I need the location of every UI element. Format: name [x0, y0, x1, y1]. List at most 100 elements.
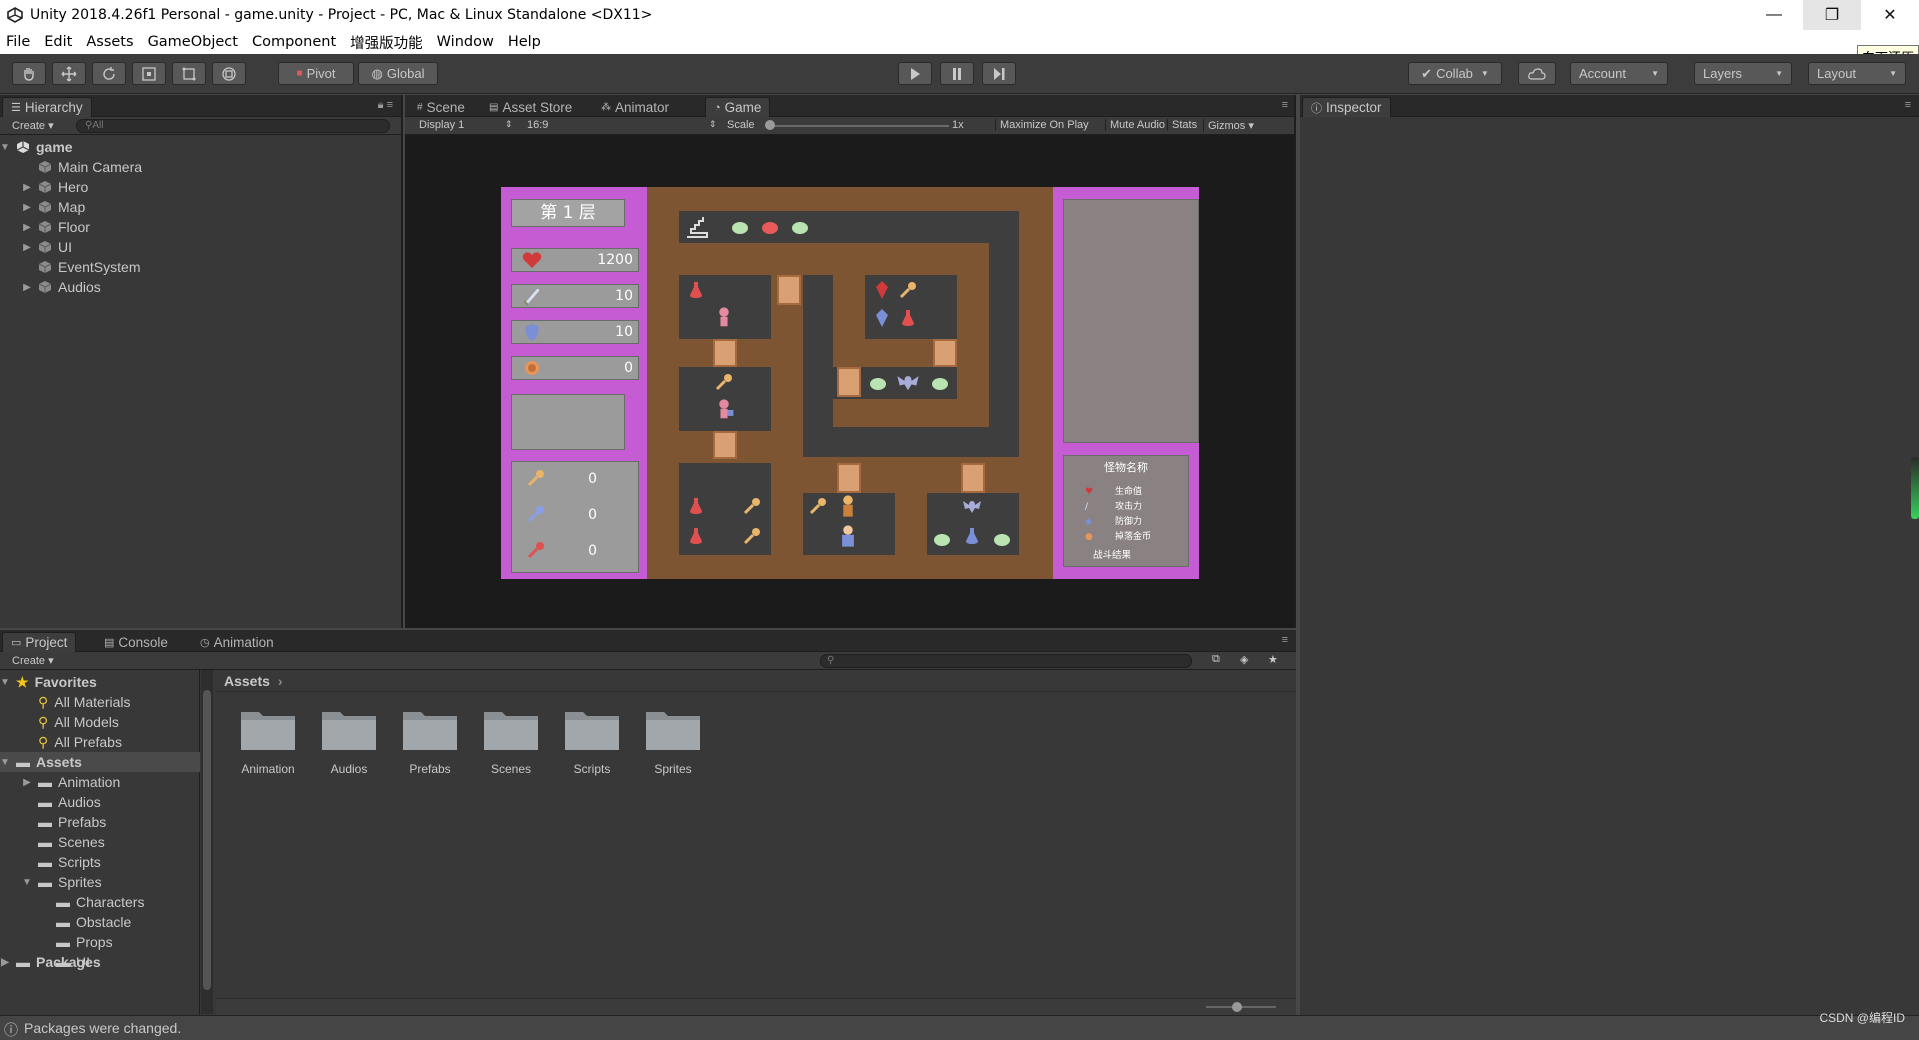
restore-button[interactable]: ❐ — [1803, 0, 1861, 30]
hierarchy-create-dropdown[interactable]: Create ▾ — [12, 119, 54, 132]
favorite-item[interactable]: ⚲ All Prefabs — [0, 732, 200, 752]
filter-type-icon[interactable]: ⧉ — [1212, 653, 1220, 666]
folder-grid-item[interactable]: Scripts — [552, 706, 632, 776]
rect-tool-button[interactable] — [172, 62, 206, 85]
menu-edit[interactable]: Edit — [44, 34, 72, 50]
scene-row[interactable]: ▼ game — [0, 137, 401, 157]
hierarchy-item[interactable]: ▶ Floor — [0, 217, 401, 237]
tree-scrollbar[interactable] — [201, 670, 213, 1014]
panel-menu-icon[interactable]: 🔒︎ ≡ — [378, 99, 393, 112]
tab-console[interactable]: ▤ Console — [96, 632, 176, 652]
scale-slider[interactable] — [769, 125, 949, 127]
folder-grid-item[interactable]: Animation — [228, 706, 308, 776]
tree-scrollbar-thumb[interactable] — [203, 690, 211, 990]
expand-down-icon[interactable]: ▼ — [22, 877, 32, 888]
folder-grid-label: Sprites — [654, 762, 692, 776]
layout-dropdown[interactable]: Layout ▼ — [1808, 62, 1906, 85]
asset-folder-item[interactable]: ▬ Scripts — [0, 852, 200, 872]
favorites-row[interactable]: ▼ ★ Favorites — [0, 672, 200, 692]
maximize-on-play-toggle[interactable]: Maximize On Play — [995, 119, 1093, 131]
icon-size-slider-thumb[interactable] — [1232, 1002, 1242, 1012]
expand-right-icon[interactable]: ▶ — [22, 282, 32, 293]
project-create-dropdown[interactable]: Create ▾ — [12, 654, 54, 667]
menu-window[interactable]: Window — [437, 34, 494, 50]
menu-gameobject[interactable]: GameObject — [148, 34, 238, 50]
star-icon[interactable]: ★ — [1268, 653, 1278, 666]
scale-tool-button[interactable] — [132, 62, 166, 85]
layers-dropdown[interactable]: Layers ▼ — [1694, 62, 1792, 85]
expand-right-icon[interactable]: ▶ — [22, 222, 32, 233]
menu-file[interactable]: File — [6, 34, 30, 50]
asset-folder-item[interactable]: ▬ Obstacle — [0, 912, 200, 932]
breadcrumb-assets[interactable]: Assets — [224, 673, 270, 689]
favorite-item[interactable]: ⚲ All Models — [0, 712, 200, 732]
tab-game[interactable]: ◔ Game — [705, 97, 771, 117]
tab-inspector[interactable]: ⓘ Inspector — [1302, 97, 1391, 117]
menu-enhanced[interactable]: 增强版功能 — [350, 32, 423, 53]
stats-toggle[interactable]: Stats — [1167, 119, 1201, 131]
hierarchy-item[interactable]: Main Camera — [0, 157, 401, 177]
expand-right-icon[interactable]: ▶ — [22, 777, 32, 788]
cloud-button[interactable] — [1518, 62, 1556, 85]
project-search-input[interactable]: ⚲ — [820, 654, 1192, 668]
assets-row[interactable]: ▼ ▬ Assets — [0, 752, 200, 772]
asset-folder-item[interactable]: ▬ Scenes — [0, 832, 200, 852]
hierarchy-item[interactable]: ▶ Hero — [0, 177, 401, 197]
tab-animator[interactable]: ⁂ Animator — [593, 97, 677, 117]
step-button[interactable] — [982, 62, 1016, 85]
collab-dropdown[interactable]: ✔ Collab ▼ — [1408, 62, 1502, 85]
asset-folder-item[interactable]: ▼ ▬ Sprites — [0, 872, 200, 892]
global-toggle[interactable]: ◍ Global — [358, 62, 438, 85]
folder-icon: ▬ — [56, 914, 70, 930]
pivot-toggle[interactable]: ■ Pivot — [278, 62, 354, 85]
tab-animation[interactable]: ◷ Animation — [192, 632, 282, 652]
red-potion-icon — [902, 310, 914, 326]
close-button[interactable]: ✕ — [1861, 0, 1919, 30]
panel-menu-icon[interactable]: ≡ — [1905, 99, 1911, 111]
asset-folder-item[interactable]: ▬ Props — [0, 932, 200, 952]
move-tool-button[interactable] — [52, 62, 86, 85]
display-dropdown[interactable]: Display 1 — [419, 119, 464, 131]
aspect-dropdown[interactable]: 16:9 — [527, 119, 548, 131]
play-button[interactable] — [898, 62, 932, 85]
tab-scene[interactable]: # Scene — [409, 97, 473, 117]
tab-asset-store[interactable]: ▤ Asset Store — [481, 97, 580, 117]
asset-folder-item[interactable]: ▬ Audios — [0, 792, 200, 812]
panel-menu-icon[interactable]: ≡ — [1282, 634, 1288, 646]
tag-icon[interactable]: ◈ — [1240, 653, 1248, 666]
folder-grid-item[interactable]: Sprites — [633, 706, 713, 776]
menu-help[interactable]: Help — [508, 34, 541, 50]
tab-hierarchy[interactable]: ☰ Hierarchy — [2, 97, 92, 117]
pause-button[interactable] — [940, 62, 974, 85]
folder-grid-item[interactable]: Audios — [309, 706, 389, 776]
scale-slider-thumb[interactable] — [765, 120, 775, 130]
transform-tool-button[interactable] — [212, 62, 246, 85]
menu-component[interactable]: Component — [252, 34, 336, 50]
asset-folder-item[interactable]: ▶ ▬ Animation — [0, 772, 200, 792]
hierarchy-item[interactable]: EventSystem — [0, 257, 401, 277]
hierarchy-item[interactable]: ▶ Audios — [0, 277, 401, 297]
hierarchy-item[interactable]: ▶ Map — [0, 197, 401, 217]
hierarchy-search-input[interactable]: ⚲All — [76, 119, 390, 133]
asset-folder-item[interactable]: ▬ Characters — [0, 892, 200, 912]
packages-row[interactable]: ▶ ▬ Packages — [0, 952, 200, 972]
mute-audio-toggle[interactable]: Mute Audio — [1105, 119, 1169, 131]
panel-menu-icon[interactable]: ≡ — [1282, 99, 1288, 111]
minimize-button[interactable]: — — [1745, 0, 1803, 30]
hand-tool-button[interactable] — [12, 62, 46, 85]
favorite-item[interactable]: ⚲ All Materials — [0, 692, 200, 712]
menu-assets[interactable]: Assets — [86, 34, 133, 50]
gizmos-dropdown[interactable]: Gizmos ▾ — [1203, 119, 1258, 132]
expand-right-icon[interactable]: ▶ — [22, 202, 32, 213]
expand-right-icon[interactable]: ▶ — [22, 182, 32, 193]
tab-project[interactable]: ▭ Project — [2, 632, 77, 652]
rotate-tool-button[interactable] — [92, 62, 126, 85]
hierarchy-item[interactable]: ▶ UI — [0, 237, 401, 257]
account-dropdown[interactable]: Account ▼ — [1570, 62, 1668, 85]
expand-right-icon[interactable]: ▶ — [22, 242, 32, 253]
tab-scene-label: Scene — [426, 99, 465, 115]
folder-grid-item[interactable]: Scenes — [471, 706, 551, 776]
game-canvas[interactable]: 第 1 层 1200 10 10 0 0 0 0 怪物名称 ♥ 生命值 / 攻击… — [501, 187, 1199, 579]
folder-grid-item[interactable]: Prefabs — [390, 706, 470, 776]
asset-folder-item[interactable]: ▬ Prefabs — [0, 812, 200, 832]
